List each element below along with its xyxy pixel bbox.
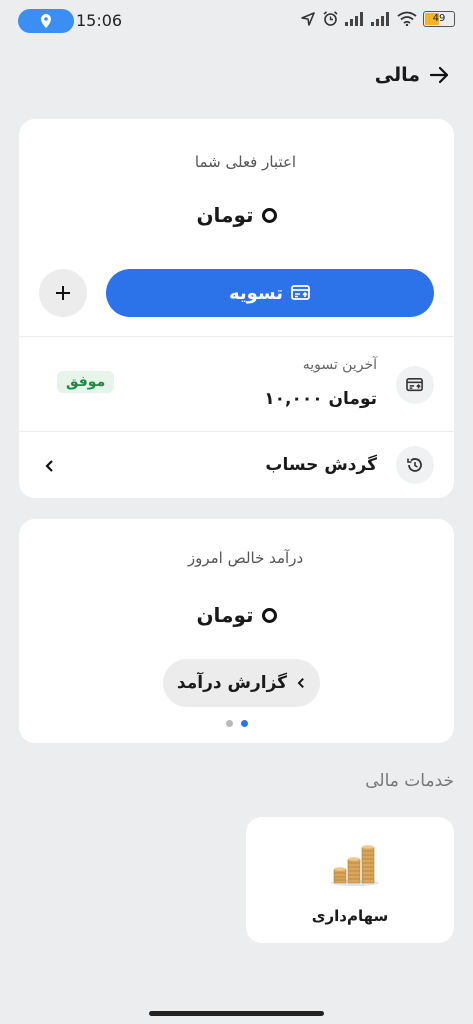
home-indicator[interactable] [149, 1011, 324, 1016]
status-time: 15:06 [76, 11, 123, 30]
chevron-left-icon [45, 460, 53, 472]
chevron-left-icon [297, 678, 304, 688]
signal-icon-2 [371, 11, 389, 26]
coins-icon [331, 845, 379, 886]
status-icons: 49 [300, 10, 455, 27]
income-report-button[interactable]: گزارش درآمد [163, 659, 320, 707]
service-label: سهام‌داری [311, 907, 389, 925]
history-icon [407, 458, 422, 472]
plus-icon [56, 286, 70, 300]
income-currency: تومان [196, 603, 254, 627]
card-payment-icon [291, 285, 310, 300]
page-title: مالی [374, 64, 420, 86]
wifi-icon [397, 11, 417, 26]
zero-amount-icon [261, 207, 277, 223]
history-icon-wrap [396, 446, 434, 484]
status-badge: موفق [57, 371, 115, 393]
page-dot[interactable] [225, 720, 233, 727]
location-pin-icon [41, 14, 51, 28]
battery-level: 49 [432, 12, 446, 24]
last-settlement-label: آخرین تسویه [302, 357, 377, 373]
location-indicator [18, 9, 74, 33]
credit-label: اعتبار فعلی شما [194, 153, 297, 171]
signal-icon [345, 11, 363, 26]
income-amount: تومان [19, 603, 454, 627]
credit-currency: تومان [196, 203, 254, 227]
add-credit-button[interactable] [39, 269, 87, 317]
settle-label: تسویه [228, 282, 284, 304]
pagination-dots [19, 720, 454, 727]
account-history-row[interactable]: گردش حساب [19, 431, 454, 498]
divider [19, 336, 454, 337]
last-settlement-amount: ۱۰,۰۰۰ تومان [264, 389, 377, 409]
income-report-label: گزارش درآمد [176, 673, 288, 693]
account-history-label: گردش حساب [265, 455, 377, 475]
credit-amount: تومان [19, 203, 454, 227]
battery-icon: 49 [423, 10, 455, 27]
settle-button[interactable]: تسویه [106, 269, 434, 317]
credit-card: اعتبار فعلی شما تومان تسویه آخرین تسویه … [19, 119, 454, 498]
back-arrow-icon[interactable] [428, 64, 450, 86]
services-title: خدمات مالی [365, 771, 454, 791]
income-label: درآمد خالص امروز [187, 549, 304, 567]
income-card: درآمد خالص امروز تومان گزارش درآمد [19, 519, 454, 743]
service-shareholding[interactable]: سهام‌داری [246, 817, 454, 943]
last-settlement-icon-wrap [396, 366, 434, 404]
card-payment-icon [406, 377, 423, 392]
navigation-arrow-icon [301, 11, 315, 26]
alarm-icon [323, 11, 338, 26]
page-dot-active[interactable] [240, 720, 248, 727]
zero-amount-icon [261, 607, 277, 623]
